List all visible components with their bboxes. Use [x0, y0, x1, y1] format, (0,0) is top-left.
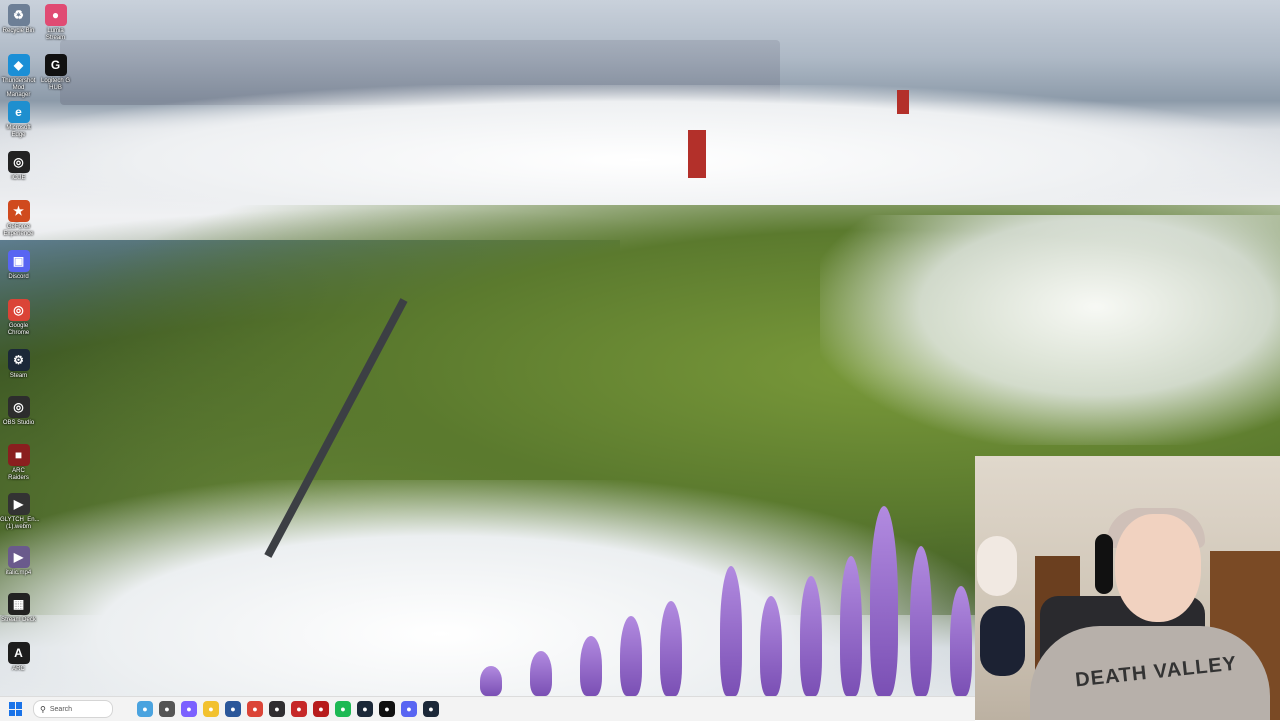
taskbar-app-spotify[interactable]: ●	[335, 701, 351, 717]
discord-icon: ▣	[7, 250, 30, 272]
desktop-icon-label: GeForce Experience	[3, 224, 34, 237]
taskbar-search-box[interactable]: ⚲ Search	[33, 700, 113, 718]
steam-icon: ●	[362, 704, 368, 714]
app-icon: ●	[296, 704, 302, 714]
desktop-icons: ♻ Recycle Bin ● Lumia Stream ◆ Thundershot Mo…	[0, 0, 74, 695]
geforce-experience-icon: ★	[7, 200, 30, 222]
desktop-icon-label: Thundershot Mod Manager	[1, 78, 36, 98]
mp4-file-icon: ▶	[7, 546, 30, 568]
desktop-icon[interactable]: ◎ OBS Studio	[0, 396, 37, 427]
desktop-icon-label: Discord	[8, 274, 29, 280]
desktop-icon-label: ARC	[12, 666, 25, 672]
edge-icon: e	[7, 101, 30, 123]
taskbar-apps: ● ● ● ● ● ● ● ● ● ● ● ● ● ●	[131, 701, 439, 717]
widgets-icon: ●	[142, 704, 148, 714]
taskbar-app-discord[interactable]: ●	[401, 701, 417, 717]
stream-deck-icon: ▦	[7, 593, 30, 615]
webcam-headset	[1095, 534, 1113, 594]
webcam-microphone	[980, 606, 1025, 676]
video-file-icon: ▶	[7, 493, 30, 515]
folder-icon: ●	[208, 704, 214, 714]
desktop-icon[interactable]: ◎ iCUE	[0, 151, 37, 182]
webcam-person-face	[1115, 514, 1201, 622]
arc-raiders-icon: ■	[7, 444, 30, 466]
taskbar-app-adobe[interactable]: ●	[313, 701, 329, 717]
desktop-icon-label: italic.mp4	[5, 570, 32, 576]
desktop-icon-label: iCUE	[11, 175, 26, 181]
logitech-ghub-icon: ●	[384, 704, 390, 714]
spotify-icon: ●	[340, 704, 346, 714]
taskbar-app-copilot[interactable]: ●	[181, 701, 197, 717]
taskbar-app-steam[interactable]: ●	[357, 701, 373, 717]
desktop-icon-label: Lumia Stream	[45, 28, 66, 41]
recycle-bin-icon: ♻	[7, 4, 30, 26]
copilot-icon: ●	[186, 704, 192, 714]
webcam-plush-toy	[977, 536, 1017, 596]
desktop-icon-label: Recycle Bin	[2, 28, 35, 34]
desktop-icon-label: Google Chrome	[7, 323, 30, 336]
task-view-icon: ●	[164, 704, 170, 714]
desktop-icon[interactable]: ● Lumia Stream	[37, 4, 74, 42]
taskbar-app-file-explorer[interactable]: ●	[203, 701, 219, 717]
start-button[interactable]	[9, 702, 23, 716]
desktop-icon[interactable]: G Logitech G HUB	[37, 54, 74, 92]
desktop-icon-label: GLYTCH_En... (1).webm	[0, 517, 40, 530]
desktop-icon-label: Stream Deck	[1, 617, 36, 623]
taskbar: ⚲ Search ● ● ● ● ● ● ● ● ● ● ● ● ● ●	[0, 696, 975, 721]
windows-logo-icon	[9, 702, 15, 709]
taskbar-app-app-red[interactable]: ●	[291, 701, 307, 717]
desktop-icon[interactable]: ◆ Thundershot Mod Manager	[0, 54, 37, 99]
desktop-icon[interactable]: ▶ italic.mp4	[0, 546, 37, 577]
adobe-icon: ●	[318, 704, 324, 714]
webcam-overlay: DEATH VALLEY	[975, 456, 1280, 720]
desktop-icon[interactable]: ◎ Google Chrome	[0, 299, 37, 337]
search-placeholder: Search	[49, 705, 73, 713]
taskbar-app-logitech[interactable]: ●	[379, 701, 395, 717]
wallpaper-fog-right	[820, 215, 1280, 445]
desktop-icon[interactable]: ⚙ Steam	[0, 349, 37, 380]
desktop-icon[interactable]: ♻ Recycle Bin	[0, 4, 37, 35]
desktop-icon[interactable]: ▶ GLYTCH_En... (1).webm	[0, 493, 40, 531]
lumia-stream-icon: ●	[44, 4, 67, 26]
desktop-icon[interactable]: ★ GeForce Experience	[0, 200, 37, 238]
chrome-icon: ●	[252, 704, 258, 714]
desktop-icon[interactable]: e Microsoft Edge	[0, 101, 37, 139]
steam-icon: ●	[428, 704, 434, 714]
store-icon: ●	[230, 704, 236, 714]
chrome-icon: ◎	[7, 299, 30, 321]
desktop-icon-label: OBS Studio	[2, 420, 35, 426]
taskbar-app-widgets[interactable]: ●	[137, 701, 153, 717]
bridge-tower-left	[688, 130, 706, 178]
desktop-icon-label: Microsoft Edge	[6, 125, 31, 138]
desktop-icon-label: Steam	[9, 373, 28, 379]
desktop-icon-label: ARC Raiders	[8, 468, 29, 481]
thunderstore-icon: ◆	[7, 54, 30, 76]
icue-icon: ◎	[7, 151, 30, 173]
arc-icon: A	[7, 642, 30, 664]
taskbar-app-steam-2[interactable]: ●	[423, 701, 439, 717]
bridge-tower-right	[897, 90, 909, 114]
desktop-icon[interactable]: ■ ARC Raiders	[0, 444, 37, 482]
wallpaper-flowers	[460, 500, 980, 696]
desktop-icon-label: Logitech G HUB	[40, 78, 71, 91]
obs-icon: ●	[274, 704, 280, 714]
taskbar-app-store[interactable]: ●	[225, 701, 241, 717]
discord-icon: ●	[406, 704, 412, 714]
search-icon: ⚲	[40, 704, 46, 714]
taskbar-app-obs[interactable]: ●	[269, 701, 285, 717]
desktop-icon[interactable]: ▦ Stream Deck	[0, 593, 37, 624]
taskbar-app-chrome[interactable]: ●	[247, 701, 263, 717]
logitech-ghub-icon: G	[44, 54, 67, 76]
taskbar-app-task-view[interactable]: ●	[159, 701, 175, 717]
obs-icon: ◎	[7, 396, 30, 418]
desktop-icon[interactable]: A ARC	[0, 642, 37, 673]
desktop-icon[interactable]: ▣ Discord	[0, 250, 37, 281]
steam-icon: ⚙	[7, 349, 30, 371]
